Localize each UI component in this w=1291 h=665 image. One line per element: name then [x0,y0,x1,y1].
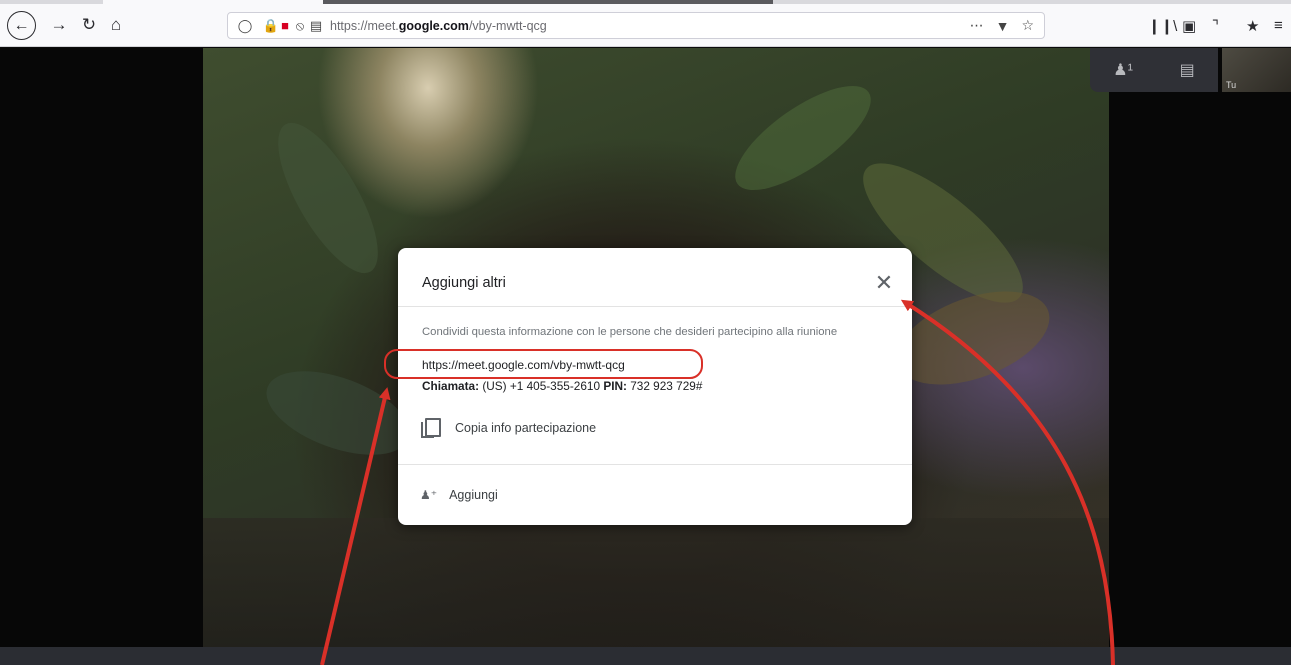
url-actions: ⋯ ▼ ☆ [970,13,1034,38]
account-icon[interactable]: ⌝ [1212,4,1219,47]
link-highlight-annotation [384,349,703,379]
dialog-divider-2 [398,464,912,465]
copy-join-info-button[interactable]: Copia info partecipazione [420,416,596,440]
notification-icon[interactable]: ▤ [308,12,324,39]
pin-value: 732 923 729# [626,379,703,393]
couch-background [203,518,1109,648]
meet-top-panel: ♟¹ ▤ [1090,48,1218,92]
url-bar[interactable]: ◯ 🔒 ■ ⦸ ▤ https://meet.google.com/vby-mw… [227,12,1045,39]
forward-arrow-icon[interactable]: → [45,11,73,39]
more-actions-icon[interactable]: ⋯ [970,17,984,34]
add-people-dialog: Aggiungi altri ✕ Condividi questa inform… [398,248,912,525]
meet-bottom-bar [0,647,1291,665]
dialog-title: Aggiungi altri [422,275,506,291]
dial-in-info: Chiamata: (US) +1 405-355-2610 PIN: 732 … [422,379,702,393]
add-people-button[interactable]: ♟⁺ Aggiungi [420,484,498,506]
lock-icon[interactable]: 🔒 [263,12,279,39]
home-icon[interactable]: ⌂ [102,11,130,39]
back-arrow-icon[interactable]: ← [7,11,36,40]
camera-icon[interactable]: ■ [278,12,292,39]
dialog-description: Condividi questa informazione con le per… [422,326,838,338]
people-icon[interactable]: ♟¹ [1113,60,1133,80]
pocket-icon[interactable]: ▼ [996,18,1010,34]
browser-toolbar: ← → ↻ ⌂ ◯ 🔒 ■ ⦸ ▤ https://meet.google.co… [0,4,1291,47]
screen: ← → ↻ ⌂ ◯ 🔒 ■ ⦸ ▤ https://meet.google.co… [0,0,1291,665]
chat-icon[interactable]: ▤ [1180,60,1195,80]
person-add-icon: ♟⁺ [420,488,438,502]
pin-label: PIN: [603,379,627,393]
add-people-label: Aggiungi [449,488,498,502]
bookmark-star-icon[interactable]: ☆ [1021,17,1034,34]
dial-label: Chiamata: [422,379,480,393]
sidebar-icon[interactable]: ▣ [1182,4,1196,47]
self-label: Tu [1226,80,1237,90]
hamburger-menu-icon[interactable]: ≡ [1274,4,1283,47]
extension-icon[interactable]: ★ [1246,4,1259,47]
dial-number: (US) +1 405-355-2610 [479,379,604,393]
dialog-divider [398,306,912,307]
self-view-thumbnail[interactable]: Tu [1222,48,1291,92]
reload-icon[interactable]: ↻ [75,11,103,39]
close-icon[interactable]: ✕ [872,271,896,295]
copy-join-info-label: Copia info partecipazione [455,421,597,435]
copy-icon [420,418,441,438]
library-icon[interactable]: ❙❙\ [1148,4,1177,47]
microphone-muted-icon[interactable]: ⦸ [292,12,308,39]
url-text[interactable]: https://meet.google.com/vby-mwtt-qcg [330,19,547,33]
tracking-shield-icon[interactable]: ◯ [234,12,256,39]
